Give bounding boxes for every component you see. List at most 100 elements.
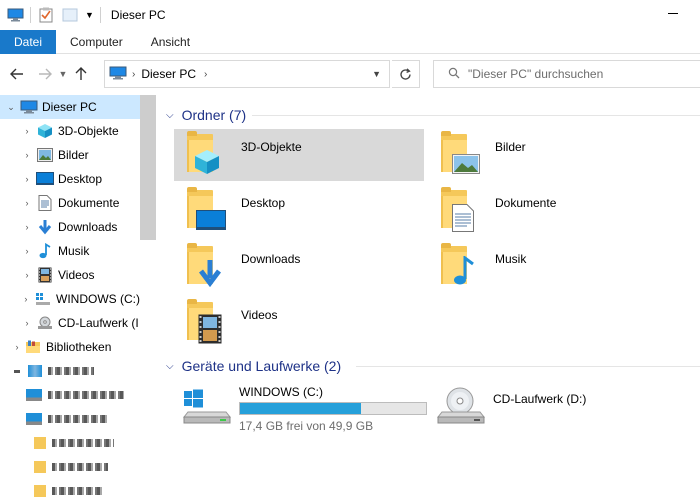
forward-button[interactable] [34, 63, 56, 85]
computer-icon [26, 413, 42, 425]
nav-item-label: Videos [58, 268, 95, 282]
folder-pictures[interactable]: Bilder [428, 129, 678, 181]
nav-item-redacted[interactable] [0, 359, 140, 383]
chevron-right-icon[interactable]: › [22, 126, 32, 136]
nav-item-windows-drive[interactable]: › WINDOWS (C:) [0, 287, 140, 311]
breadcrumb-chevron-icon[interactable]: › [132, 69, 135, 80]
refresh-button[interactable] [392, 60, 420, 88]
3d-objects-folder-icon [184, 130, 234, 180]
chevron-right-icon[interactable]: › [22, 222, 32, 232]
nav-item-redacted[interactable] [0, 455, 140, 479]
nav-item-label: Desktop [58, 172, 103, 186]
chevron-down-icon[interactable]: ⌄ [6, 102, 16, 113]
drives-group-header[interactable]: ⌵ Geräte und Laufwerke (2) [166, 355, 341, 377]
tab-file[interactable]: Datei [0, 30, 57, 54]
breadcrumb-chevron-icon[interactable]: › [204, 69, 207, 80]
nav-item-downloads[interactable]: › Downloads [0, 215, 140, 239]
chevron-down-icon[interactable]: ⌵ [166, 110, 174, 121]
folder-music[interactable]: Musik [428, 241, 678, 293]
libraries-icon [24, 339, 42, 355]
nav-item-redacted[interactable] [0, 479, 140, 500]
properties-icon[interactable] [37, 7, 55, 23]
drive-cd-d[interactable]: CD-Laufwerk (D:) [428, 383, 586, 439]
nav-item-3d-objects[interactable]: › 3D-Objekte [0, 119, 140, 143]
nav-item-desktop[interactable]: › Desktop [0, 167, 140, 191]
search-box[interactable] [433, 60, 700, 88]
chevron-right-icon[interactable]: › [12, 342, 22, 352]
nav-item-music[interactable]: › Musik [0, 239, 140, 263]
content-pane: ⌵ Ordner (7) 3D-Objekte Bilder Desktop D… [160, 95, 700, 500]
desktop-folder-icon [184, 186, 234, 236]
nav-item-label: Bilder [58, 148, 89, 162]
nav-item-libraries[interactable]: › Bibliotheken [0, 335, 140, 359]
redacted-label [52, 463, 108, 471]
nav-item-redacted[interactable] [0, 407, 140, 431]
nav-item-label: CD-Laufwerk (I [58, 316, 139, 330]
folder-downloads[interactable]: Downloads [174, 241, 424, 293]
nav-item-redacted[interactable] [0, 383, 140, 407]
tab-computer[interactable]: Computer [56, 30, 137, 54]
customize-toolbar-chevron-icon[interactable]: ▼ [85, 10, 94, 20]
nav-item-label: Bibliotheken [46, 340, 112, 354]
navpane-scrollbar[interactable] [140, 95, 156, 240]
this-pc-icon[interactable] [6, 7, 24, 23]
search-input[interactable] [468, 67, 688, 81]
chevron-right-icon[interactable]: › [22, 174, 32, 184]
new-folder-icon[interactable] [61, 7, 79, 23]
folder-label: Downloads [241, 252, 301, 266]
address-dropdown-icon[interactable]: ▼ [372, 69, 381, 79]
cd-drive-icon [436, 383, 486, 433]
toolbar-separator [99, 7, 101, 23]
search-icon [448, 67, 460, 82]
nav-item-pictures[interactable]: › Bilder [0, 143, 140, 167]
folders-group-header[interactable]: ⌵ Ordner (7) [166, 104, 246, 126]
drive-label: CD-Laufwerk (D:) [493, 392, 587, 406]
videos-folder-icon [184, 298, 234, 348]
documents-icon [36, 195, 54, 211]
redacted-label [48, 415, 108, 423]
folder-label: Dokumente [495, 196, 557, 210]
chevron-right-icon[interactable]: › [22, 246, 32, 256]
redacted-label [52, 439, 114, 447]
nav-item-cd-drive[interactable]: › CD-Laufwerk (I [0, 311, 140, 335]
back-button[interactable] [6, 63, 28, 85]
folder-documents[interactable]: Dokumente [428, 185, 678, 237]
drive-usage-fill [240, 403, 361, 414]
folder-desktop[interactable]: Desktop [174, 185, 424, 237]
drive-windows-c[interactable]: WINDOWS (C:) 17,4 GB frei von 49,9 GB [174, 383, 427, 439]
desktop-icon [36, 171, 54, 187]
network-icon [28, 365, 42, 377]
chevron-right-icon[interactable]: › [22, 150, 32, 160]
videos-icon [36, 267, 54, 283]
computer-icon [26, 389, 42, 401]
chevron-right-icon[interactable]: › [21, 294, 31, 304]
recent-locations-chevron-icon[interactable]: ▼ [56, 69, 70, 79]
nav-item-redacted[interactable] [0, 431, 140, 455]
nav-item-label: WINDOWS (C:) [56, 292, 140, 306]
address-bar[interactable]: › Dieser PC › ▼ [104, 60, 390, 88]
this-pc-icon [109, 66, 127, 83]
tab-view[interactable]: Ansicht [137, 30, 204, 54]
title-bar: ▼ Dieser PC [0, 0, 700, 30]
nav-item-documents[interactable]: › Dokumente [0, 191, 140, 215]
redacted-label [48, 367, 94, 375]
chevron-right-icon[interactable]: › [22, 198, 32, 208]
chevron-right-icon[interactable]: › [22, 318, 32, 328]
window-title: Dieser PC [110, 8, 166, 22]
refresh-icon [400, 67, 411, 80]
expand-icon[interactable] [14, 369, 20, 373]
chevron-down-icon[interactable]: ⌵ [166, 361, 174, 372]
nav-item-this-pc[interactable]: ⌄ Dieser PC [0, 95, 140, 119]
minimize-button[interactable] [666, 6, 680, 20]
group-divider [356, 366, 700, 367]
up-button[interactable] [70, 63, 92, 85]
breadcrumb-item[interactable]: Dieser PC [141, 67, 196, 81]
ribbon-tabs: Datei Computer Ansicht [0, 30, 700, 54]
nav-item-videos[interactable]: › Videos [0, 263, 140, 287]
folder-videos[interactable]: Videos [174, 297, 424, 349]
folder-icon [34, 461, 46, 473]
folder-3d-objects[interactable]: 3D-Objekte [174, 129, 424, 181]
nav-item-label: Downloads [58, 220, 118, 234]
chevron-right-icon[interactable]: › [22, 270, 32, 280]
quick-access-toolbar: ▼ [0, 0, 107, 30]
